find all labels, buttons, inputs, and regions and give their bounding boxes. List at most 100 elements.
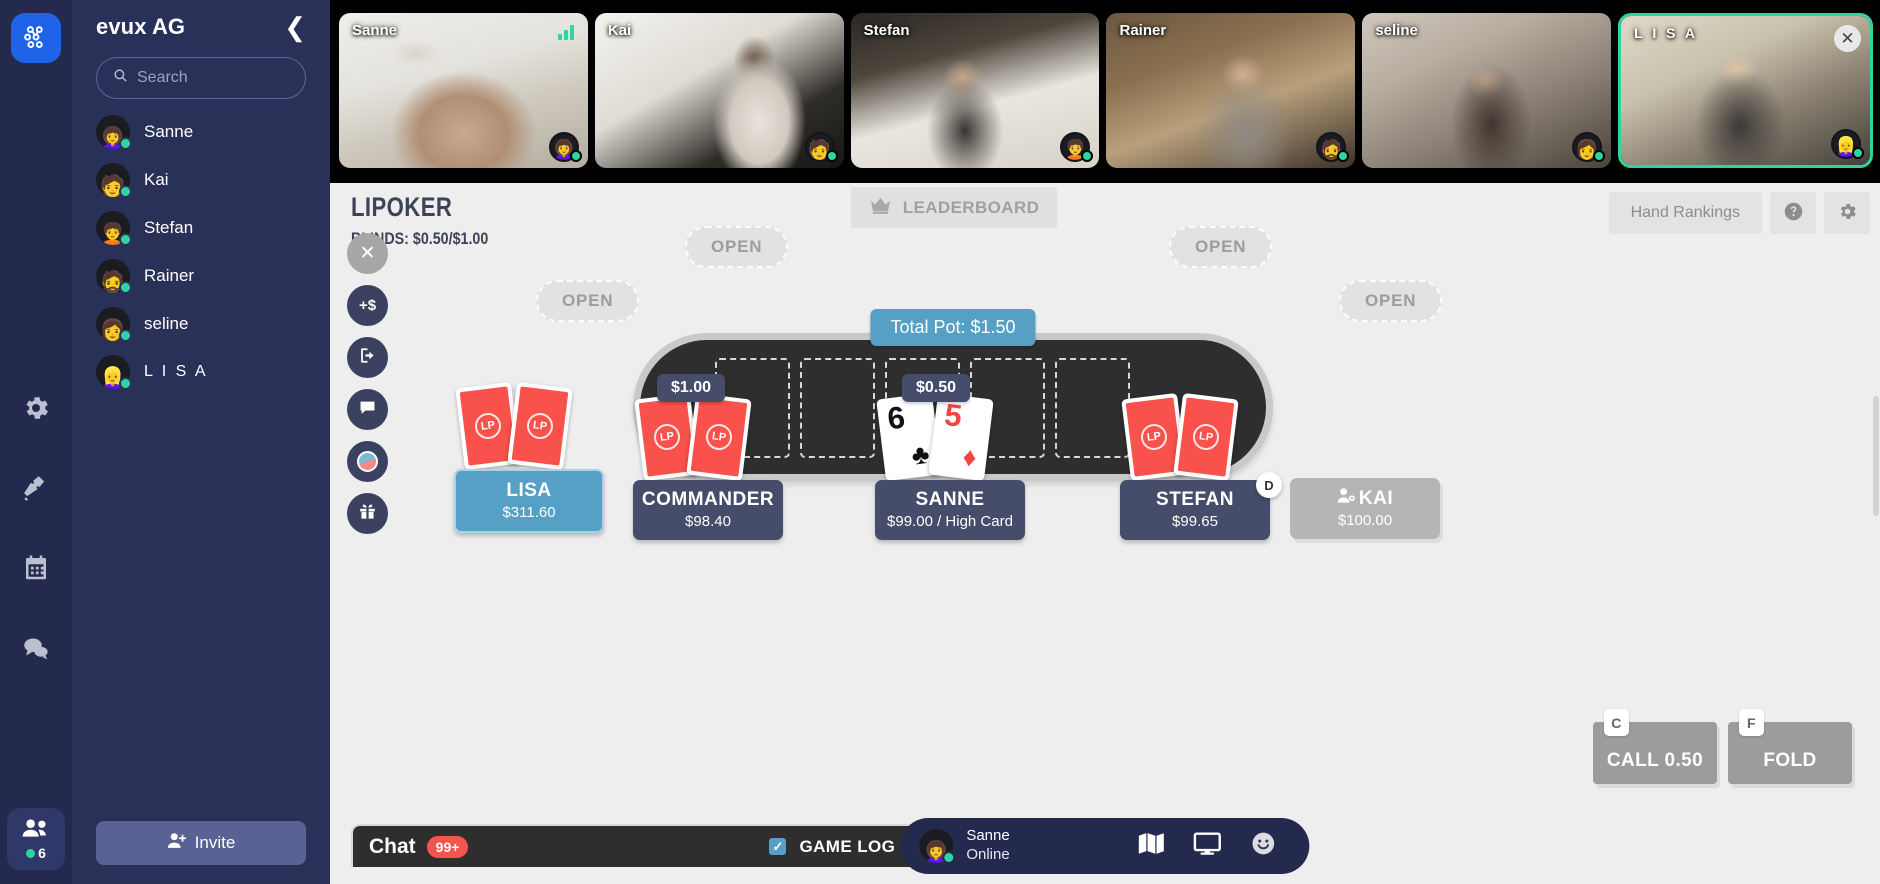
- hammer-icon: [21, 473, 51, 508]
- seat-stack: $98.40: [685, 513, 731, 530]
- leave-table-button[interactable]: [347, 337, 388, 378]
- open-seat[interactable]: OPEN: [1339, 280, 1443, 322]
- color-circle-icon: [357, 451, 378, 472]
- add-money-icon: +$: [358, 297, 377, 314]
- avatar: 👩: [1572, 132, 1606, 162]
- seat-player-name: KAI: [1358, 487, 1394, 509]
- list-item[interactable]: 👱‍♀️ L I S A: [96, 353, 306, 391]
- player-seat-lisa[interactable]: LP LP LISA $311.60: [442, 381, 616, 545]
- open-seat[interactable]: OPEN: [685, 226, 789, 268]
- open-seat[interactable]: OPEN: [1169, 226, 1273, 268]
- rail-item-settings[interactable]: [19, 393, 53, 427]
- seat-plate: KAI $100.00: [1290, 478, 1440, 539]
- add-chips-button[interactable]: +$: [347, 285, 388, 326]
- player-seat-stefan[interactable]: D LP LP STEFAN $99.65: [1120, 392, 1282, 540]
- player-seat-kai[interactable]: KAI $100.00: [1290, 478, 1440, 539]
- bottom-dock: 👩‍🦱 Sanne Online: [900, 818, 1310, 874]
- player-seat-sanne[interactable]: $0.50 6 ♣ 5 ♦ SANNE $99.00 / High Card: [875, 374, 1025, 540]
- gear-icon: [21, 393, 51, 428]
- fold-button[interactable]: F FOLD: [1728, 709, 1852, 784]
- community-card-slot: [800, 358, 875, 458]
- help-button[interactable]: [1770, 192, 1816, 234]
- video-tile[interactable]: Stefan 🧑‍🦱: [850, 13, 1100, 168]
- hole-card: LP: [686, 392, 752, 482]
- exit-icon: [358, 346, 377, 369]
- list-item[interactable]: 🧔 Rainer: [96, 257, 306, 295]
- card-back-logo: LP: [473, 411, 503, 441]
- list-item[interactable]: 🧑 Kai: [96, 161, 306, 199]
- card-back-logo: LP: [1191, 422, 1221, 452]
- map-button[interactable]: [1132, 826, 1172, 866]
- search-input[interactable]: [137, 69, 289, 87]
- rail-item-chats[interactable]: [19, 633, 53, 667]
- seat-stack: $100.00: [1337, 512, 1393, 529]
- status-dot-icon: [825, 150, 838, 162]
- person-plus-icon: [167, 831, 186, 855]
- video-tile[interactable]: Sanne 👩‍🦱: [339, 13, 588, 168]
- search-box[interactable]: [96, 57, 306, 99]
- invite-label: Invite: [194, 833, 236, 852]
- card-back: LP: [511, 386, 569, 466]
- video-tile[interactable]: seline 👩: [1362, 13, 1612, 168]
- dock-user[interactable]: 👩‍🦱 Sanne Online: [919, 827, 1010, 865]
- rail-item-tools[interactable]: [19, 473, 53, 507]
- rail-people-button[interactable]: 6: [7, 808, 65, 870]
- seat-player-name: STEFAN: [1156, 489, 1234, 510]
- table-theme-button[interactable]: [347, 441, 388, 482]
- app-logo-icon[interactable]: [11, 13, 61, 63]
- bet-amount: $0.50: [902, 374, 971, 402]
- header-actions: Hand Rankings: [1608, 192, 1870, 234]
- video-tile[interactable]: Rainer 🧔: [1106, 13, 1356, 168]
- call-button[interactable]: C CALL 0.50: [1593, 709, 1717, 784]
- invite-button[interactable]: Invite: [96, 821, 306, 865]
- list-item[interactable]: 👩‍🦱 Sanne: [96, 113, 306, 151]
- call-label: CALL 0.50: [1606, 750, 1704, 771]
- rail-item-calendar[interactable]: [19, 553, 53, 587]
- avatar: 👱‍♀️: [1830, 129, 1864, 159]
- scrollbar[interactable]: [1872, 366, 1880, 884]
- close-icon[interactable]: ✕: [1833, 25, 1861, 52]
- list-item[interactable]: 👩 seline: [96, 305, 306, 343]
- action-buttons: C CALL 0.50 F FOLD: [1593, 709, 1852, 784]
- scrollbar-thumb[interactable]: [1873, 396, 1879, 516]
- member-name: Stefan: [144, 218, 194, 237]
- avatar: 🧑‍🦱: [96, 211, 132, 246]
- table-chat-button[interactable]: [347, 389, 388, 430]
- status-dot-icon: [119, 329, 132, 342]
- hand-rankings-button[interactable]: Hand Rankings: [1608, 192, 1762, 234]
- game-log-checkbox[interactable]: ✓: [769, 838, 787, 855]
- video-tile[interactable]: Kai 🧑: [594, 13, 844, 168]
- member-name: seline: [144, 314, 189, 333]
- people-icon: [21, 817, 51, 844]
- table-tool-column: ✕ +$: [347, 233, 388, 534]
- close-icon: ✕: [359, 243, 376, 264]
- gift-button[interactable]: [347, 493, 388, 534]
- workspace-title: evux AG: [96, 14, 186, 39]
- open-seat[interactable]: OPEN: [536, 280, 640, 322]
- card-back-logo: LP: [704, 422, 734, 452]
- emoji-button[interactable]: [1244, 826, 1284, 866]
- video-strip: Sanne 👩‍🦱 Kai 🧑: [330, 0, 1880, 183]
- video-tile-active[interactable]: L I S A ✕ 👱‍♀️: [1618, 13, 1873, 168]
- game-settings-button[interactable]: [1824, 192, 1870, 234]
- chevron-left-icon[interactable]: ❮: [284, 14, 306, 40]
- avatar: 👩‍🦱: [96, 115, 132, 150]
- seat-stack: $99.65: [1172, 513, 1218, 530]
- map-icon: [1138, 831, 1166, 861]
- card-back: LP: [1177, 397, 1235, 477]
- list-item[interactable]: 🧑‍🦱 Stefan: [96, 209, 306, 247]
- chat-bubbles-icon: [21, 633, 51, 668]
- seat-plate: COMMANDER $98.40: [633, 480, 783, 540]
- status-dot-icon: [119, 281, 132, 294]
- player-seat-commander[interactable]: $1.00 LP LP COMMANDER $98.40: [633, 374, 783, 540]
- calendar-icon: [21, 553, 51, 588]
- hole-cards: LP LP: [454, 381, 604, 471]
- leaderboard-button[interactable]: LEADERBOARD: [851, 187, 1057, 228]
- hole-cards: LP LP: [1120, 392, 1270, 482]
- status-dot-icon: [119, 377, 132, 390]
- chat-bar[interactable]: Chat 99+ ✓ GAME LOG ✕: [351, 824, 948, 867]
- screen-share-button[interactable]: [1188, 826, 1228, 866]
- game-log-label: GAME LOG: [799, 836, 896, 856]
- gear-icon: [1837, 201, 1858, 225]
- close-table-button[interactable]: ✕: [347, 233, 388, 274]
